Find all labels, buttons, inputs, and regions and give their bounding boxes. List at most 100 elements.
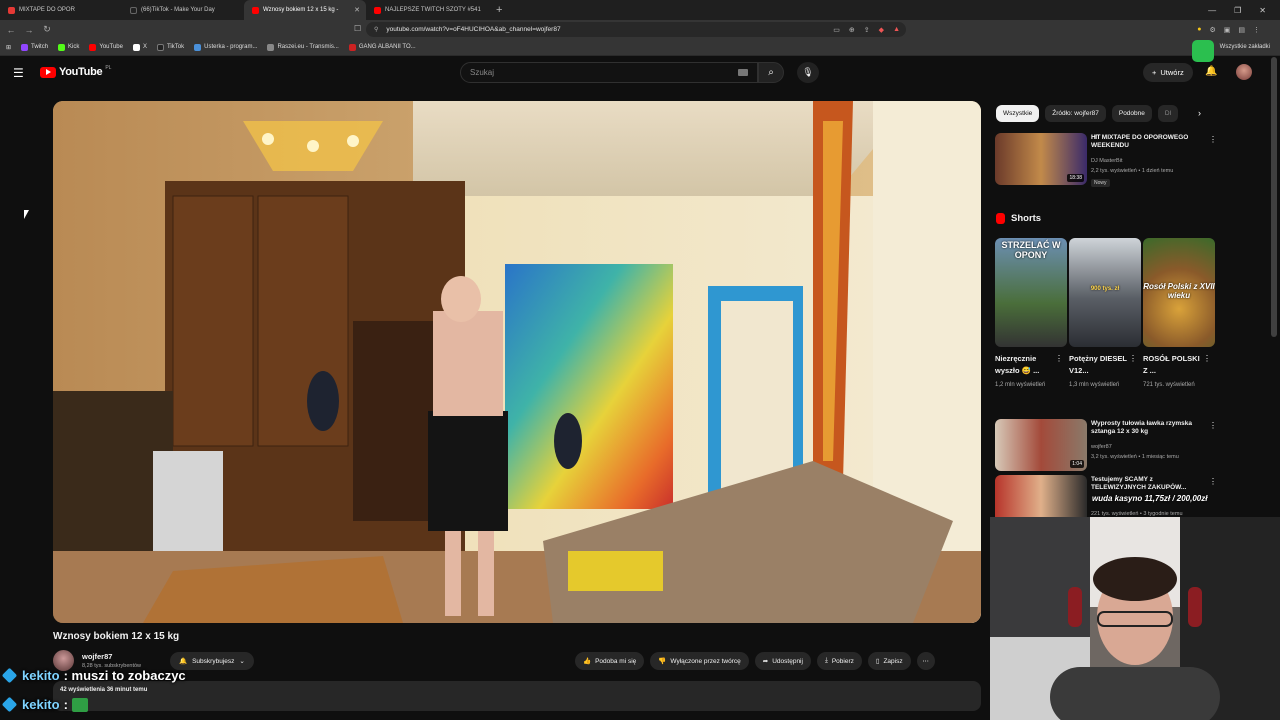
more-vertical-icon[interactable]: ⋮ (1209, 135, 1217, 144)
short-item[interactable]: STRZELAĆ W OPONY Niezręcznie wyszło 😅 ..… (995, 238, 1067, 391)
webcam-frame (990, 517, 1280, 720)
extension-icon-3[interactable]: ▣ (1224, 26, 1231, 34)
short-item[interactable]: Rosół Polski z XVII wieku ROSÓŁ POLSKI Z… (1143, 238, 1215, 391)
chevron-right-icon[interactable]: › (1198, 108, 1201, 118)
chip-source[interactable]: Źródło: wojfer87 (1045, 105, 1106, 122)
screen: MIXTAPE DO OPOR (66)TikTok - Make Your D… (0, 0, 1280, 720)
description-box[interactable]: 42 wyświetlenia 36 minut temu (53, 681, 981, 711)
voice-search-button[interactable]: 🎙 (797, 62, 819, 83)
bookmark-usterka[interactable]: Usterka - program... (194, 43, 257, 51)
bookmark-star-icon[interactable]: ☐ (354, 24, 361, 33)
forward-icon[interactable]: → (22, 25, 36, 35)
subscribe-label: Subskrybujesz (192, 657, 235, 665)
gang-icon (348, 43, 356, 51)
donation-goal-text: wuda kasyno 11,75zł / 200,00zł (1092, 494, 1208, 503)
share-button[interactable]: ➦ Udostępnij (754, 652, 811, 670)
keyboard-icon[interactable] (738, 69, 748, 76)
chip-more[interactable]: Dl (1157, 105, 1179, 122)
url-omnibox[interactable]: ⚲ youtube.com/watch?v=oF4HUCIHOA&ab_chan… (366, 22, 906, 37)
bookmark-label: TikTok (166, 44, 185, 50)
menu-dots-icon[interactable]: ⋮ (1253, 26, 1260, 34)
streamer-webcam (990, 517, 1280, 720)
short-views: 721 tys. wyświetleń (1143, 382, 1195, 388)
browser-tab-4[interactable]: NAJLEPSZE TWITCH SZOTY #541 (366, 0, 488, 20)
chat-username: kekito (22, 697, 60, 712)
channel-name[interactable]: wojfer87 (82, 652, 112, 661)
bookmark-label: YouTube (99, 44, 123, 50)
account-avatar[interactable] (1236, 64, 1252, 80)
youtube-play-icon (40, 66, 56, 78)
apps-grid-icon[interactable]: ⊞ (6, 44, 11, 51)
recommendation-item[interactable]: 1:04 Wyprosty tułowia ławka rzymska szta… (995, 419, 1220, 475)
zoom-icon[interactable]: ⊕ (849, 26, 855, 34)
more-vertical-icon[interactable]: ⋮ (1209, 477, 1217, 486)
recommendation-item[interactable]: 18:38 HIT MIXTAPE DO OPOROWEGO WEEKENDU … (995, 133, 1220, 189)
bell-icon: 🔔 (179, 658, 188, 665)
new-tab-icon[interactable]: + (488, 4, 510, 16)
maximize-icon[interactable]: ❐ (1234, 6, 1241, 15)
all-bookmarks-link[interactable]: Wszystkie zakładki (1220, 44, 1270, 50)
notifications-bell-icon[interactable]: 🔔 (1205, 66, 1217, 77)
bookmark-gang[interactable]: GANG ALBANII TO... (348, 43, 416, 51)
create-button[interactable]: + Utwórz (1143, 63, 1193, 82)
chip-all[interactable]: Wszystkie (996, 105, 1040, 122)
extension-icon-1[interactable]: ● (1197, 26, 1201, 33)
video-player[interactable] (53, 101, 981, 623)
chat-badge-icon (1, 696, 18, 713)
more-vertical-icon[interactable]: ⋮ (1203, 354, 1211, 363)
raszei-icon (267, 43, 275, 51)
alert-icon[interactable]: ▲ (893, 26, 900, 33)
new-badge: Nowy (1091, 179, 1110, 187)
bookmark-youtube[interactable]: YouTube (89, 43, 123, 51)
minimize-icon[interactable]: — (1208, 6, 1216, 15)
plus-icon: + (1152, 68, 1157, 77)
tab-favicon (252, 6, 259, 14)
back-icon[interactable]: ← (4, 25, 18, 35)
chat-text: : (63, 697, 68, 712)
close-window-icon[interactable]: ✕ (1259, 6, 1266, 15)
window-controls: — ❐ ✕ (1208, 0, 1280, 20)
search-input[interactable]: Szukaj (460, 62, 758, 83)
more-actions-button[interactable]: ⋯ (916, 652, 935, 670)
youtube-logo[interactable]: YouTube PL (40, 65, 111, 78)
browser-tab-3[interactable]: Wznosy bokiem 12 x 15 kg - ✕ (244, 0, 366, 20)
like-button[interactable]: 👍 Podoba mi się (575, 652, 645, 670)
more-vertical-icon[interactable]: ⋮ (1129, 354, 1137, 363)
short-title: Niezręcznie wyszło 😅 ... (995, 354, 1040, 375)
bookmark-twitch[interactable]: Twitch (21, 43, 48, 51)
bookmark-raszei[interactable]: Raszei.eu - Transmis... (267, 43, 339, 51)
more-vertical-icon[interactable]: ⋮ (1055, 354, 1063, 363)
search-button[interactable]: ⌕ (758, 62, 784, 83)
short-overlay-text: STRZELAĆ W OPONY (1001, 240, 1061, 260)
extension-icon-2[interactable]: ⚙ (1209, 26, 1215, 34)
bookmark-kick[interactable]: Kick (58, 43, 79, 51)
reload-icon[interactable]: ↻ (40, 24, 54, 35)
cast-icon[interactable]: ▭ (833, 26, 840, 34)
filter-chips: Wszystkie Źródło: wojfer87 Podobne Dl (996, 105, 1179, 122)
youtube-header: ☰ YouTube PL Szukaj ⌕ 🎙 + Utwórz 🔔 (0, 57, 1270, 89)
tab-label: Wznosy bokiem 12 x 15 kg - (263, 7, 339, 13)
extension-shield-icon[interactable]: ◆ (879, 26, 884, 34)
recommendation-meta: 2,2 tys. wyświetleń • 1 dzień temu (1091, 168, 1174, 174)
chat-emote-icon (71, 697, 88, 712)
more-vertical-icon[interactable]: ⋮ (1209, 421, 1217, 430)
hamburger-menu-icon[interactable]: ☰ (13, 66, 24, 80)
extension-icon-4[interactable]: ▤ (1238, 26, 1245, 34)
tab-favicon (130, 6, 137, 14)
tab-close-icon[interactable]: ✕ (354, 6, 360, 14)
tab-label: (66)TikTok - Make Your Day (141, 7, 215, 13)
bookmark-x[interactable]: X (132, 43, 147, 51)
video-duration: 18:38 (1067, 174, 1084, 182)
site-info-icon[interactable]: ⚲ (374, 26, 378, 33)
short-overlay-text: 900 tys. zł (1090, 286, 1120, 292)
chip-related[interactable]: Podobne (1111, 105, 1152, 122)
share-icon[interactable]: ⇪ (864, 26, 870, 34)
dislike-button[interactable]: 👎 Wyłączone przez twórcę (650, 652, 749, 670)
browser-tab-2[interactable]: (66)TikTok - Make Your Day (122, 0, 244, 20)
download-button[interactable]: ⤓ Pobierz (816, 652, 862, 670)
browser-tab-1[interactable]: MIXTAPE DO OPOR (0, 0, 122, 20)
short-item[interactable]: 900 tys. zł Potężny DIESEL V12... 1,3 ml… (1069, 238, 1141, 391)
bookmark-tiktok[interactable]: TikTok (156, 43, 185, 51)
save-button[interactable]: ▯ Zapisz (867, 652, 911, 670)
page-scrollbar[interactable] (1271, 57, 1277, 337)
